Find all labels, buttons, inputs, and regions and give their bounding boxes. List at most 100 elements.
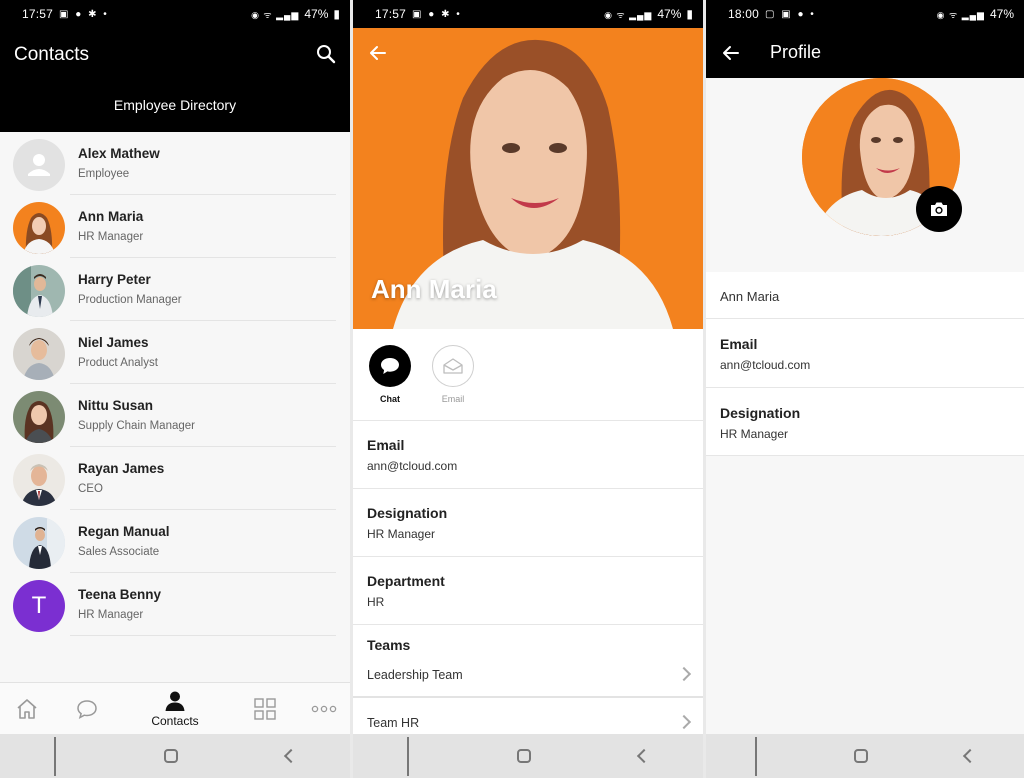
recents-icon[interactable] [54,736,56,776]
name-row: Ann Maria [706,272,1024,319]
avatar [13,454,65,506]
chevron-right-icon [676,666,692,682]
signal-icon: ◉ ᯤ ▂▄▆ [604,9,653,20]
home-button-icon[interactable] [853,749,868,763]
battery-level: 47% [657,7,682,21]
signal-icon: ◉ ᯤ ▂▄▆ [936,9,985,20]
recents-icon[interactable] [407,736,409,776]
page-title: Profile [770,42,822,62]
contact-name: Nittu Susan [78,398,154,413]
more-dots-icon [311,705,337,713]
home-button-icon[interactable] [164,749,178,763]
contact-row[interactable]: Harry Peter Production Manager [0,258,350,321]
status-time: 17:57 [375,7,407,21]
department-field-label: Department [367,573,445,589]
back-icon[interactable] [963,748,978,764]
nav-chat[interactable] [72,683,102,735]
avatar [13,265,65,317]
home-button-icon[interactable] [517,749,531,763]
chat-action[interactable]: Chat [369,345,411,404]
contact-role: HR Manager [78,231,144,243]
email-button[interactable] [432,345,474,387]
contact-row[interactable]: Alex Mathew Employee [0,132,350,195]
designation-field-value: HR Manager [367,527,436,541]
email-row: Email ann@tcloud.com [706,319,1024,388]
person-icon [165,691,185,711]
team-item[interactable]: Leadership Team [353,652,703,698]
nav-apps[interactable] [250,683,280,735]
profile-app-bar: Profile [706,28,1024,78]
contact-row[interactable]: Niel James Product Analyst [0,321,350,384]
contact-role: Production Manager [78,294,182,306]
email-action[interactable]: Email [432,345,474,404]
change-photo-button[interactable] [916,186,962,232]
status-bar: 18:00 ▢ ▣ ● • ◉ ᯤ ▂▄▆ 47% [706,0,1024,28]
nav-more[interactable] [308,683,340,735]
avatar [13,517,65,569]
contact-role: Supply Chain Manager [78,420,195,432]
home-icon [17,699,37,719]
contact-name: Ann Maria [78,209,144,224]
contact-row[interactable]: T Teena Benny HR Manager [0,573,350,636]
contacts-screen: 17:57 ▣ ● ✱ • ◉ ᯤ ▂▄▆ 47% ▮ Contacts Emp… [0,0,350,778]
system-navigation-bar [706,734,1024,778]
email-field-value[interactable]: ann@tcloud.com [367,459,457,473]
recents-icon[interactable] [754,736,757,776]
contact-name: Teena Benny [78,587,162,602]
team-name: Leadership Team [367,668,463,682]
avatar [13,202,65,254]
signal-icon: ◉ ᯤ ▂▄▆ [251,9,300,20]
back-arrow-icon[interactable] [722,44,740,62]
nav-contacts[interactable]: Contacts [145,683,205,735]
battery-icon: ▮ [333,7,340,21]
contacts-header: Contacts Employee Directory [0,28,350,132]
status-bar: 17:57 ▣ ● ✱ • ◉ ᯤ ▂▄▆ 47% ▮ [0,0,350,28]
chat-button[interactable] [369,345,411,387]
battery-level: 47% [304,7,329,21]
search-icon[interactable] [316,44,336,64]
designation-field-label: Designation [367,505,448,521]
directory-subtitle: Employee Directory [113,97,237,113]
avatar: T [13,580,65,632]
avatar-initial: T [31,592,47,619]
email-label: Email [441,394,465,404]
back-icon[interactable] [283,748,299,764]
designation-field-label: Designation [720,405,801,421]
contact-row[interactable]: Rayan James CEO [0,447,350,510]
department-field-value: HR [367,595,385,609]
back-icon[interactable] [636,748,652,764]
avatar [13,139,65,191]
grid-icon [254,698,276,720]
notification-icons: ▣ ● ✱ • [412,8,462,20]
contact-list: Alex Mathew Employee Ann Maria HR Manage… [0,132,350,636]
profile-name: Ann Maria [720,289,780,304]
teams-heading: Teams [367,637,411,653]
contact-role: HR Manager [78,609,144,621]
contact-role: CEO [78,483,103,495]
designation-field-value: HR Manager [720,427,789,441]
back-arrow-icon[interactable] [369,44,387,62]
bottom-navigation: Contacts [0,682,350,734]
profile-hero-photo: Ann Maria [353,28,703,329]
open-envelope-icon [443,358,463,374]
nav-home[interactable] [12,683,42,735]
contact-row[interactable]: Ann Maria HR Manager [0,195,350,258]
system-navigation-bar [0,734,350,778]
contact-role: Product Analyst [78,357,158,369]
contact-role: Sales Associate [78,546,160,558]
email-field: Email ann@tcloud.com [353,421,703,489]
notification-icons: ▢ ▣ ● • [765,8,816,20]
camera-icon [931,202,947,216]
chevron-right-icon [676,714,692,730]
avatar [13,328,65,380]
contact-row[interactable]: Regan Manual Sales Associate [0,510,350,573]
placeholder-person-icon [13,139,65,191]
designation-row: Designation HR Manager [706,388,1024,456]
contact-name: Harry Peter [78,272,151,287]
contact-row[interactable]: Nittu Susan Supply Chain Manager [0,384,350,447]
email-field-value: ann@tcloud.com [720,358,811,372]
chat-bubble-icon [77,700,97,719]
team-name: Team HR [367,716,420,730]
designation-field: Designation HR Manager [353,489,703,557]
contact-actions: Chat Email [353,329,703,421]
